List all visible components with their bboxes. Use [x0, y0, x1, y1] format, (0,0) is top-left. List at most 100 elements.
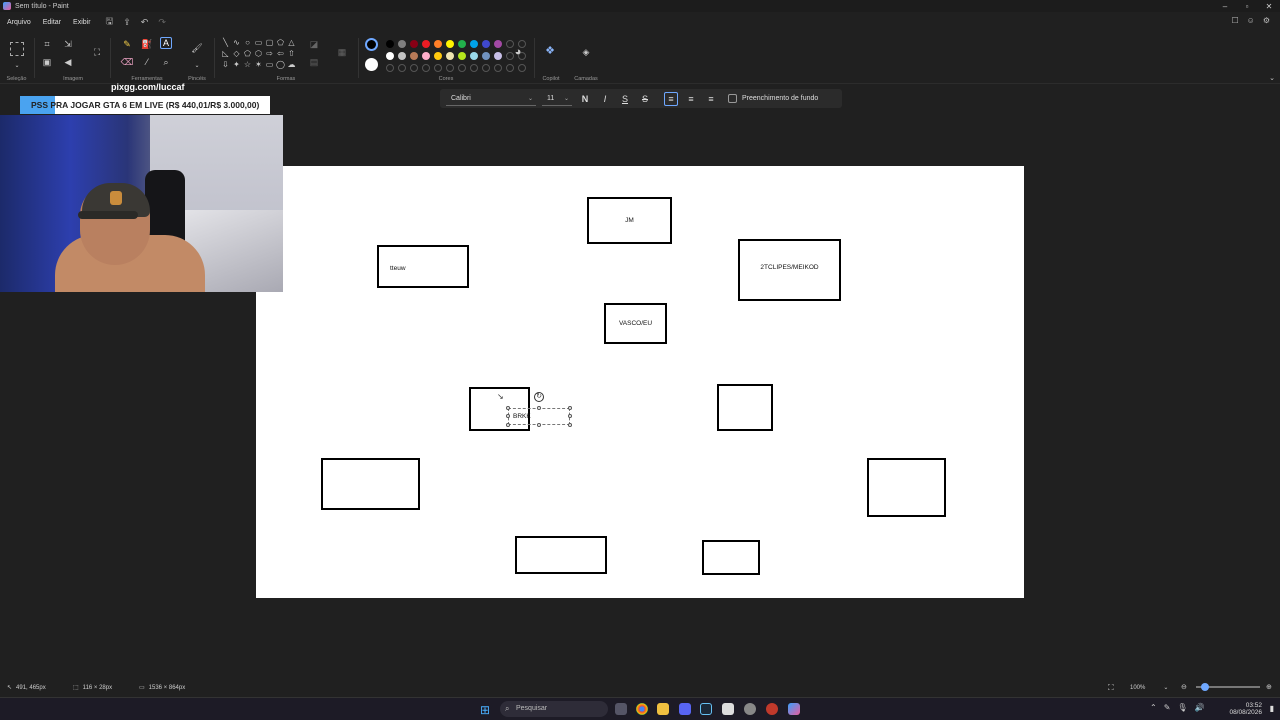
right-triangle-shape-icon[interactable]: ◺ — [220, 48, 231, 59]
image-generator-icon[interactable]: ▣ — [41, 56, 53, 68]
drawing-canvas[interactable]: JM tteuw 2TCLIPES/MEIKOD VASCO/EU ↘ ↻ BR… — [256, 166, 1024, 598]
oval-shape-icon[interactable]: ○ — [242, 37, 253, 48]
notification-icon[interactable]: ▮ — [1270, 704, 1274, 713]
strikethrough-button[interactable]: S — [638, 92, 652, 106]
pen-icon[interactable]: ✎ — [1164, 703, 1171, 712]
cloud-shape-icon[interactable]: ☁ — [286, 59, 297, 70]
custom-color-slot[interactable] — [410, 64, 418, 72]
remove-background-icon[interactable]: ⛶ — [91, 46, 103, 58]
layers-icon[interactable]: ◈ — [580, 46, 592, 58]
color-swatch[interactable] — [470, 52, 478, 60]
menu-arquivo[interactable]: Arquivo — [7, 19, 31, 26]
resize-handle[interactable] — [568, 423, 572, 427]
paint-taskbar-icon[interactable] — [788, 703, 800, 715]
custom-color-slot[interactable] — [506, 64, 514, 72]
custom-color-slot[interactable] — [434, 64, 442, 72]
custom-color-slot[interactable] — [398, 64, 406, 72]
save-icon[interactable]: 🖫 — [106, 14, 114, 30]
diamond-shape-icon[interactable]: ◇ — [231, 48, 242, 59]
minimize-button[interactable]: – — [1214, 0, 1236, 12]
task-view-icon[interactable] — [615, 703, 627, 715]
color-swatch[interactable] — [494, 40, 502, 48]
menu-editar[interactable]: Editar — [43, 19, 61, 26]
pentagon-shape-icon[interactable]: ⬠ — [242, 48, 253, 59]
custom-color-slot[interactable] — [386, 64, 394, 72]
brush-chevron-icon[interactable]: ⌄ — [191, 59, 203, 71]
resize-handle[interactable] — [537, 406, 541, 410]
crop-icon[interactable]: ⌗ — [41, 38, 53, 50]
steam-icon[interactable] — [700, 703, 712, 715]
zoom-select[interactable]: 100% ⌄ — [1130, 684, 1168, 692]
zoom-out-icon[interactable]: ⊖ — [1181, 683, 1187, 691]
rounded-rect-shape-icon[interactable]: ▢ — [264, 37, 275, 48]
color-swatch[interactable] — [410, 52, 418, 60]
fill-icon[interactable]: ▤ — [308, 56, 320, 68]
collapse-ribbon-icon[interactable]: ⌄ — [1266, 72, 1278, 84]
chevron-down-icon[interactable]: ⌄ — [11, 59, 23, 71]
canvas-box-empty-3[interactable] — [867, 458, 946, 517]
discord-icon[interactable] — [679, 703, 691, 715]
color-swatch[interactable] — [446, 40, 454, 48]
share-icon[interactable]: ⇪ — [123, 17, 131, 28]
arrow-right-shape-icon[interactable]: ⇨ — [264, 48, 275, 59]
fit-to-window-icon[interactable]: ⛶ — [1108, 683, 1114, 693]
shape-size-icon[interactable]: ▦ — [336, 46, 348, 58]
primary-color-swatch[interactable] — [365, 38, 378, 51]
chevron-up-icon[interactable]: ⌃ — [1150, 703, 1157, 712]
canvas-box-empty-4[interactable] — [515, 536, 607, 574]
color-swatch[interactable] — [422, 40, 430, 48]
curve-shape-icon[interactable]: ∿ — [231, 37, 242, 48]
font-family-select[interactable]: Calibri ⌄ — [446, 92, 536, 106]
account-icon[interactable]: ☺ — [1247, 16, 1255, 25]
color-swatch[interactable] — [398, 52, 406, 60]
star4-shape-icon[interactable]: ✦ — [231, 59, 242, 70]
custom-color-slot[interactable] — [458, 64, 466, 72]
resize-handle[interactable] — [568, 414, 572, 418]
align-right-button[interactable]: ≡ — [704, 92, 718, 106]
color-swatch[interactable] — [470, 40, 478, 48]
taskbar-search[interactable]: ⌕ Pesquisar — [500, 701, 608, 717]
clock[interactable]: 03:52 08/08/2026 — [1229, 702, 1262, 716]
notepad-icon[interactable] — [722, 703, 734, 715]
menu-exibir[interactable]: Exibir — [73, 19, 91, 26]
settings-icon[interactable]: ⚙ — [1263, 16, 1270, 25]
canvas-box-empty-2[interactable] — [321, 458, 420, 510]
resize-icon[interactable]: ⇲ — [62, 38, 74, 50]
outline-icon[interactable]: ◪ — [308, 38, 320, 50]
fill-bucket-icon[interactable]: ⛽ — [141, 38, 153, 50]
color-swatch[interactable] — [398, 40, 406, 48]
star5-shape-icon[interactable]: ☆ — [242, 59, 253, 70]
align-center-button[interactable]: ≡ — [684, 92, 698, 106]
canvas-box-vasco[interactable]: VASCO/EU — [604, 303, 667, 344]
align-left-button[interactable]: ≡ — [664, 91, 678, 106]
bold-button[interactable]: N — [578, 92, 592, 106]
close-button[interactable]: ✕ — [1258, 0, 1280, 12]
resize-handle[interactable] — [506, 414, 510, 418]
canvas-box-tteuw[interactable]: tteuw — [377, 245, 469, 288]
arrow-left-shape-icon[interactable]: ⇦ — [275, 48, 286, 59]
color-swatch[interactable] — [482, 40, 490, 48]
arrow-up-shape-icon[interactable]: ⇧ — [286, 48, 297, 59]
color-swatch[interactable] — [458, 40, 466, 48]
color-swatch[interactable] — [410, 40, 418, 48]
polygon-shape-icon[interactable]: ⬠ — [275, 37, 286, 48]
redo-icon[interactable]: ↷ — [158, 17, 166, 28]
maximize-button[interactable]: ▫ — [1236, 0, 1258, 12]
color-swatch[interactable] — [386, 52, 394, 60]
rotate-handle-icon[interactable]: ↻ — [534, 392, 544, 402]
color-swatch[interactable] — [494, 52, 502, 60]
callout-oval-shape-icon[interactable]: ◯ — [275, 59, 286, 70]
star6-shape-icon[interactable]: ✶ — [253, 59, 264, 70]
canvas-box-empty-1[interactable] — [717, 384, 773, 431]
callout-rect-shape-icon[interactable]: ▭ — [264, 59, 275, 70]
custom-color-slot[interactable] — [470, 64, 478, 72]
color-swatch[interactable] — [446, 52, 454, 60]
line-shape-icon[interactable]: ╲ — [220, 37, 231, 48]
edit-colors-icon[interactable]: ◕ — [512, 46, 524, 58]
triangle-shape-icon[interactable]: △ — [286, 37, 297, 48]
hexagon-shape-icon[interactable]: ⬡ — [253, 48, 264, 59]
rectangle-shape-icon[interactable]: ▭ — [253, 37, 264, 48]
settings-app-icon[interactable] — [744, 703, 756, 715]
custom-color-slot[interactable] — [482, 64, 490, 72]
pencil-icon[interactable]: ✎ — [121, 38, 133, 50]
